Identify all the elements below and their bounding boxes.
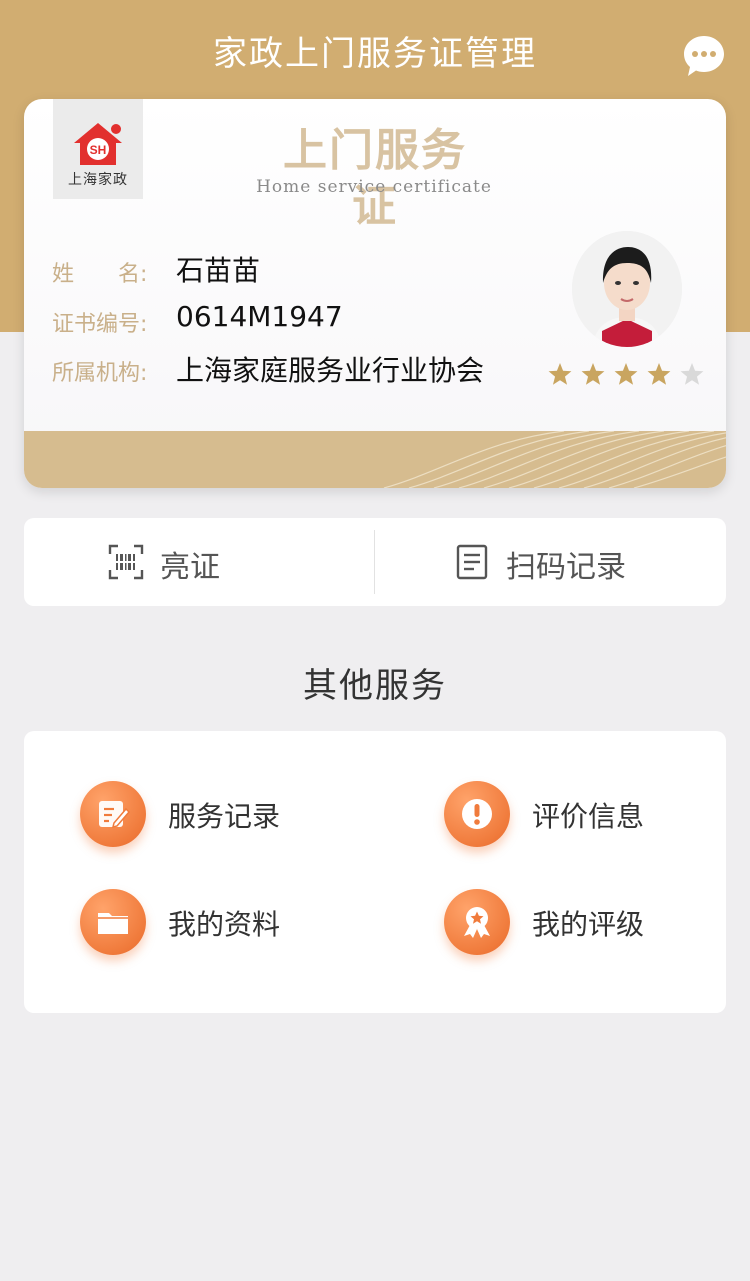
folder-icon [80,889,146,955]
other-services-title: 其他服务 [303,666,447,706]
star-filled-icon [548,363,572,385]
name-label: 姓 名: [52,262,148,287]
action-divider [374,530,375,594]
logo-text: 上海家政 [68,172,128,188]
scan-records-label: 扫码记录 [506,550,626,585]
scan-records-button[interactable]: 扫码记录 [376,518,726,606]
star-filled-icon [581,363,605,385]
certificate-subtitle: Home service certificate [256,177,492,197]
house-logo-icon: SH [74,123,122,165]
show-certificate-label: 亮证 [160,550,220,585]
organization-value: 上海家庭服务业行业协会 [176,354,485,387]
service-records-label: 服务记录 [168,800,281,833]
exclamation-icon [444,781,510,847]
avatar [572,231,682,347]
name-value: 石苗苗 [176,254,261,287]
show-certificate-button[interactable]: 亮证 [24,518,374,606]
rating-stars [548,363,704,385]
my-rating-button[interactable]: 我的评级 [444,889,744,969]
document-list-icon [456,544,488,580]
page-title: 家政上门服务证管理 [213,34,537,74]
chat-bubble-icon[interactable] [683,34,725,78]
star-filled-icon [647,363,671,385]
certificate-number-value: 0614M1947 [176,300,343,333]
my-rating-label: 我的评级 [532,908,645,941]
certificate-number-label: 证书编号: [52,312,148,337]
review-info-button[interactable]: 评价信息 [444,781,744,861]
edit-note-icon [80,781,146,847]
review-info-label: 评价信息 [532,800,645,833]
service-certificate-card: SH 上海家政 上门服务证 Home service certificate 姓… [24,99,726,488]
card-decorative-band [24,430,726,488]
barcode-scan-icon [108,544,144,580]
organization-label: 所属机构: [52,361,148,386]
association-logo: SH 上海家政 [53,99,143,199]
my-profile-button[interactable]: 我的资料 [80,889,380,969]
service-records-button[interactable]: 服务记录 [80,781,380,861]
award-badge-icon [444,889,510,955]
logo-mark: SH [90,143,107,157]
star-empty-icon [680,363,704,385]
star-filled-icon [614,363,638,385]
my-profile-label: 我的资料 [168,908,281,941]
other-services-panel: 服务记录 评价信息 我的资料 我的评级 [24,731,726,1013]
certificate-actions-bar: 亮证 扫码记录 [24,518,726,606]
